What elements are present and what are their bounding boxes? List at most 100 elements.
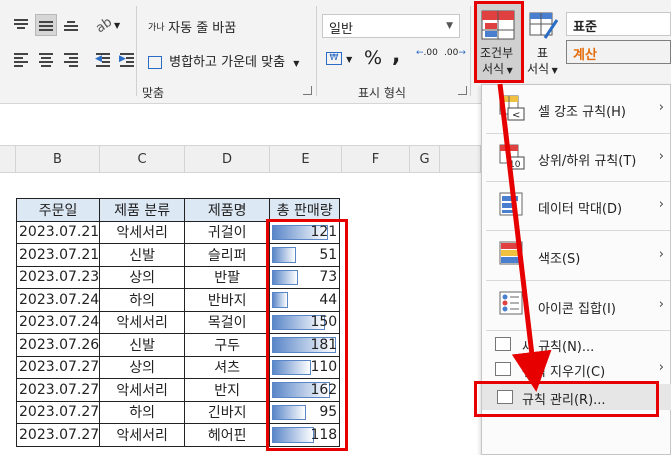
chevron-down-icon: ▼ (346, 55, 353, 64)
chevron-right-icon: › (658, 197, 664, 212)
cell-date[interactable]: 2023.07.24 (15, 288, 101, 312)
cell-product[interactable]: 슬리퍼 (184, 243, 271, 267)
table-label-1: 표 (537, 46, 549, 60)
orientation-button[interactable]: ab ▼ (92, 14, 124, 36)
cf-highlight-box (474, 1, 524, 83)
cell-product[interactable]: 목걸이 (184, 310, 271, 334)
menu-label-new-rule: 새 규칙(N)... (522, 340, 595, 355)
decrease-indent-button[interactable]: ◀ (92, 48, 114, 70)
highlight-rules-icon: < (499, 95, 525, 121)
menu-item-top-bottom-rules[interactable]: 10 상위/하위 규칙(T) › (482, 134, 671, 180)
menu-item-color-scales[interactable]: 색조(S) › (482, 231, 671, 279)
header-product[interactable]: 제품명 (184, 198, 271, 222)
chevron-right-icon: › (658, 360, 664, 375)
menu-item-new-rule[interactable]: 새 규칙(N)... (482, 332, 671, 356)
menu-item-data-bars[interactable]: 데이터 막대(D) › (482, 182, 671, 229)
cell-product[interactable]: 셔츠 (184, 355, 271, 379)
header-date[interactable]: 주문일 (15, 198, 101, 222)
wrap-text-icon: 가나 (148, 23, 165, 33)
column-header-f[interactable]: F (342, 145, 410, 173)
cell-category[interactable]: 신발 (99, 243, 186, 267)
chevron-right-icon: › (658, 247, 664, 262)
decrease-decimal-button[interactable]: .00→ (444, 48, 466, 58)
alignment-launcher-icon[interactable] (303, 86, 312, 95)
percent-button[interactable]: % (364, 47, 382, 69)
cell-date[interactable]: 2023.07.21 (15, 243, 101, 267)
format-as-table-button[interactable]: 표 서식 ▼ (525, 4, 563, 80)
style-normal[interactable]: 표준 (566, 12, 671, 36)
alignment-group-label: 맞춤 (142, 86, 165, 100)
cell-category[interactable]: 하의 (99, 288, 186, 312)
column-header-b[interactable]: B (16, 145, 100, 173)
cell-product[interactable]: 긴바지 (184, 400, 271, 424)
header-quantity[interactable]: 총 판매량 (269, 198, 341, 222)
menu-label-icon-sets: 아이콘 집합(I) (538, 302, 616, 317)
top-bottom-rules-icon: 10 (499, 144, 525, 170)
cell-product[interactable]: 반바지 (184, 288, 271, 312)
increase-indent-icon: ▶ (119, 53, 134, 67)
align-bottom-icon (64, 19, 78, 31)
align-center-button[interactable] (35, 48, 57, 70)
cell-date[interactable]: 2023.07.27 (15, 423, 101, 447)
wrap-text-button[interactable]: 가나 자동 줄 바꿈 (148, 17, 236, 36)
cell-product[interactable]: 반팔 (184, 265, 271, 289)
column-header-c[interactable]: C (100, 145, 185, 173)
merge-center-button[interactable]: 병합하고 가운데 맞춤 ▼ (148, 51, 299, 70)
cell-date[interactable]: 2023.07.23 (15, 265, 101, 289)
menu-item-clear-rules[interactable]: 규칙 지우기(C) › (482, 357, 671, 381)
wrap-text-label: 자동 줄 바꿈 (168, 21, 237, 36)
cell-category[interactable]: 악세서리 (99, 423, 186, 447)
svg-text:<: < (512, 110, 520, 121)
column-header-e[interactable]: E (270, 145, 342, 173)
cell-date[interactable]: 2023.07.24 (15, 310, 101, 334)
cell-date[interactable]: 2023.07.27 (15, 378, 101, 402)
cell-category[interactable]: 상의 (99, 265, 186, 289)
align-right-button[interactable] (60, 48, 82, 70)
column-header-d[interactable]: D (185, 145, 270, 173)
align-top-button[interactable] (10, 14, 32, 36)
cell-category[interactable]: 악세서리 (99, 378, 186, 402)
style-calculation[interactable]: 계산 (566, 40, 671, 64)
cell-date[interactable]: 2023.07.27 (15, 400, 101, 424)
align-center-icon (39, 53, 53, 67)
cell-category[interactable]: 하의 (99, 400, 186, 424)
cell-product[interactable]: 반지 (184, 378, 271, 402)
cell-date[interactable]: 2023.07.21 (15, 220, 101, 244)
comma-button[interactable]: , (392, 43, 400, 68)
column-header-extra[interactable] (440, 145, 481, 173)
align-bottom-button[interactable] (60, 14, 82, 36)
merge-center-label: 병합하고 가운데 맞춤 (169, 55, 286, 70)
svg-text:10: 10 (509, 160, 521, 170)
cell-category[interactable]: 악세서리 (99, 220, 186, 244)
cell-product[interactable]: 귀걸이 (184, 220, 271, 244)
align-left-icon (14, 53, 28, 67)
cell-date[interactable]: 2023.07.26 (15, 333, 101, 357)
cell-date[interactable]: 2023.07.27 (15, 355, 101, 379)
increase-indent-button[interactable]: ▶ (116, 48, 138, 70)
cell-category[interactable]: 신발 (99, 333, 186, 357)
cell-product[interactable]: 구두 (184, 333, 271, 357)
merge-center-icon (148, 56, 162, 69)
align-left-button[interactable] (10, 48, 32, 70)
chevron-down-icon: ▼ (114, 20, 121, 30)
new-rule-icon (495, 337, 511, 351)
column-header-g[interactable]: G (410, 145, 440, 173)
chevron-right-icon: › (658, 149, 664, 164)
header-category[interactable]: 제품 분류 (99, 198, 186, 222)
menu-label-top-bottom-rules: 상위/하위 규칙(T) (538, 154, 637, 169)
menu-item-highlight-rules[interactable]: < 셀 강조 규칙(H) › (482, 85, 671, 132)
cell-category[interactable]: 악세서리 (99, 310, 186, 334)
menu-item-icon-sets[interactable]: 아이콘 집합(I) › (482, 281, 671, 329)
accounting-format-button[interactable]: ₩ ▼ (326, 51, 352, 66)
increase-decimal-button[interactable]: ←.00 (416, 48, 438, 58)
number-format-select[interactable]: 일반 ▼ (322, 14, 460, 38)
decrease-decimal-label: .00 (444, 48, 459, 58)
align-middle-button[interactable] (35, 14, 57, 36)
corner-header[interactable] (0, 145, 16, 173)
menu-label-clear-rules: 규칙 지우기(C) (522, 365, 606, 380)
number-format-value: 일반 (329, 22, 353, 37)
cell-category[interactable]: 상의 (99, 355, 186, 379)
number-launcher-icon[interactable] (458, 86, 467, 95)
cell-product[interactable]: 헤어핀 (184, 423, 271, 447)
menu-label-highlight-rules: 셀 강조 규칙(H) (538, 105, 626, 120)
